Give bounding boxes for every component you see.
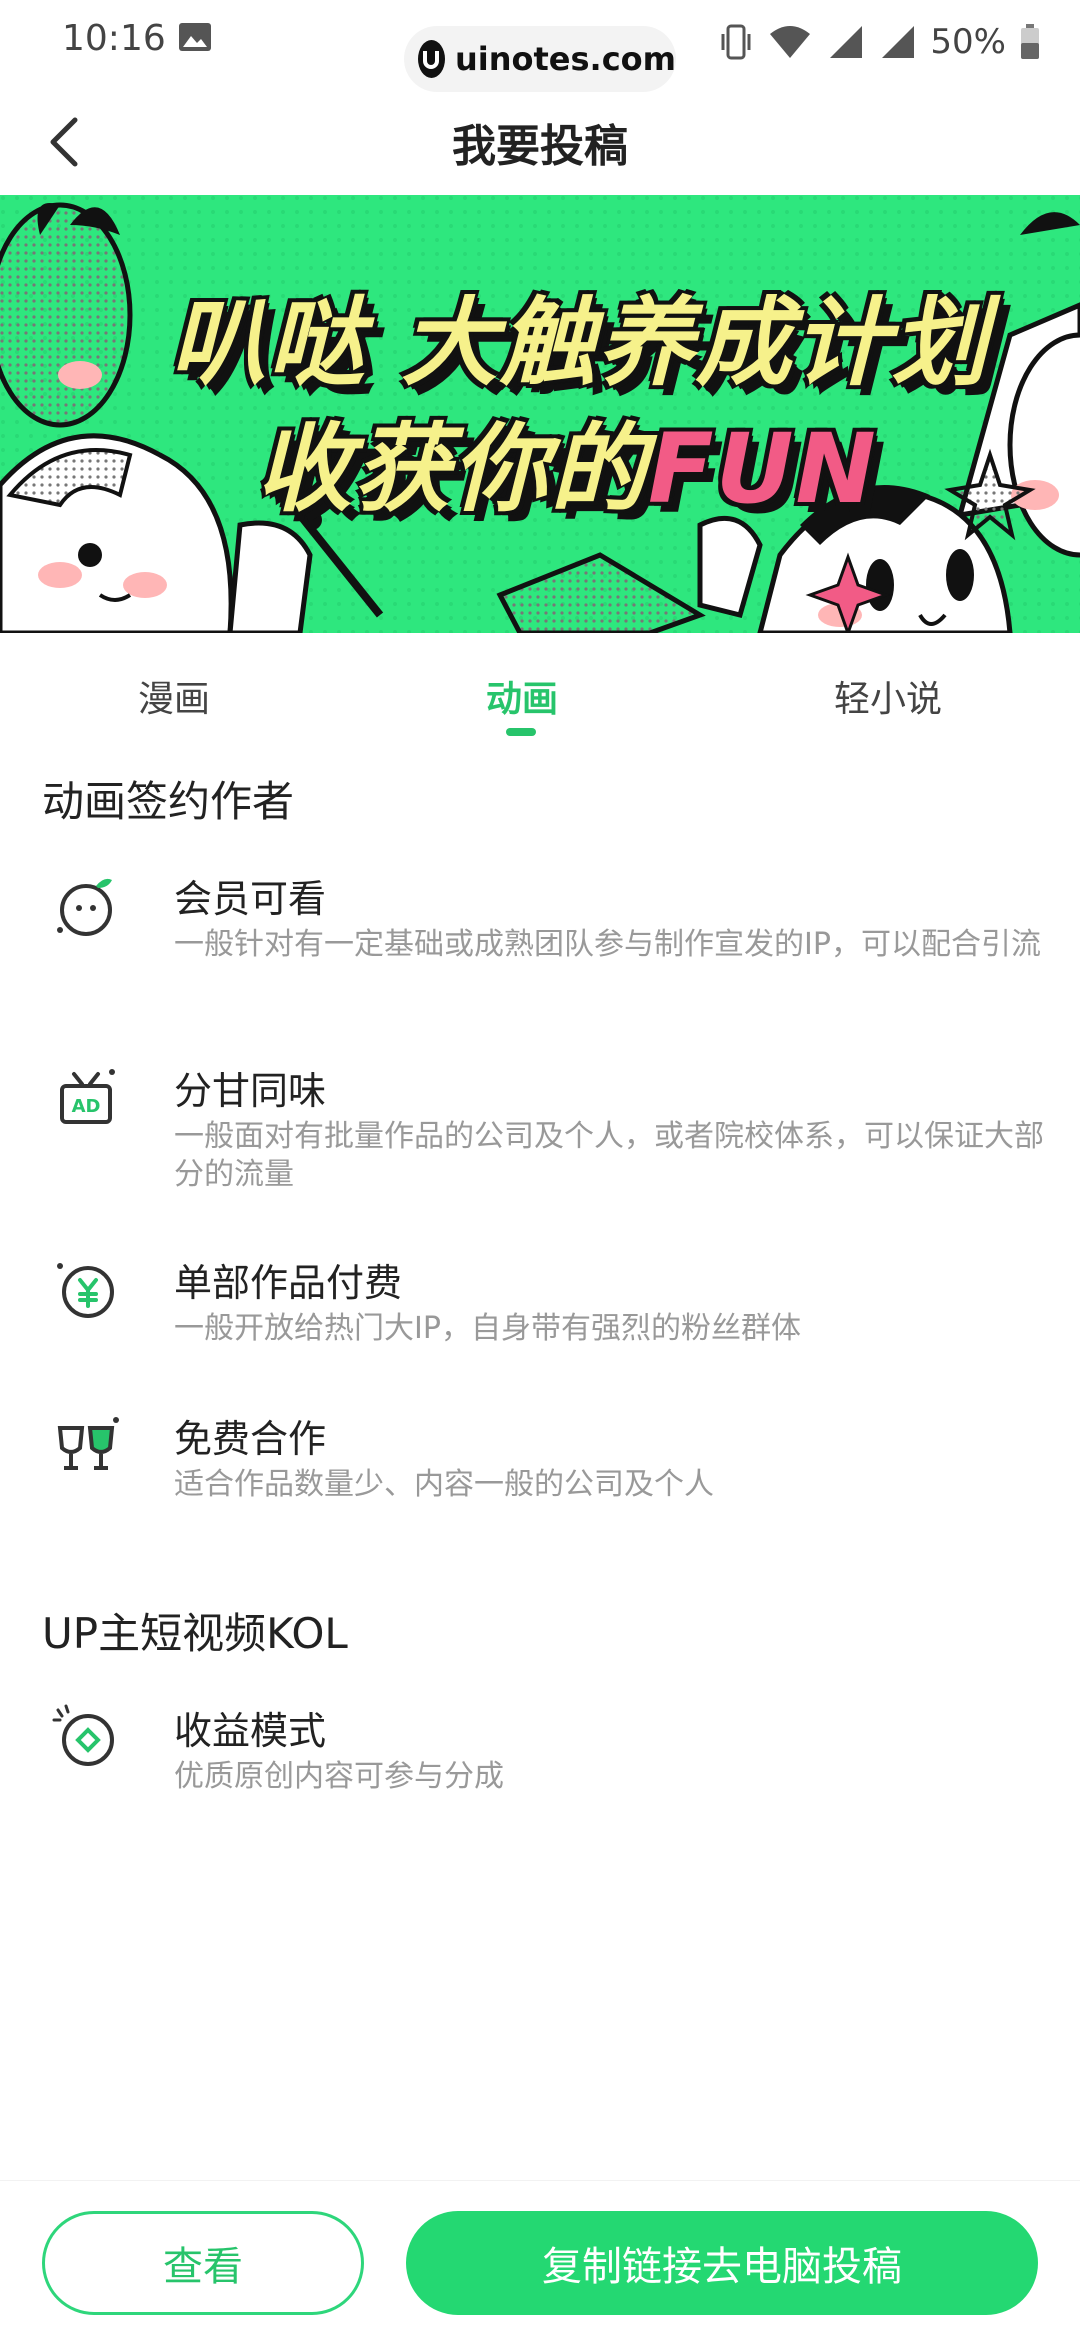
- vibrate-icon: [721, 24, 751, 60]
- item-description: 优质原创内容可参与分成: [174, 1759, 504, 1794]
- banner-headline-1: 叭哒 大触养成计划: [170, 287, 990, 399]
- yen-coin-icon: [57, 1263, 114, 1318]
- section-title-animation-authors: 动画签约作者: [42, 777, 295, 826]
- tab-animation[interactable]: 动画: [402, 670, 642, 722]
- tab-light-novel[interactable]: 轻小说: [768, 670, 1008, 722]
- watermark-logo-icon: [418, 40, 445, 78]
- watermark-text: uinotes.com: [454, 40, 676, 78]
- promo-banner[interactable]: 叭哒 大触养成计划 收获你的FUN: [0, 195, 1080, 633]
- wifi-icon: [770, 26, 811, 58]
- item-title: 分甘同味: [174, 1069, 327, 1113]
- item-description: 适合作品数量少、内容一般的公司及个人: [174, 1467, 714, 1502]
- bottom-action-bar: 查看 复制链接去电脑投稿: [0, 2180, 1080, 2340]
- signal-icon-1: [830, 26, 863, 58]
- smiley-sprout-icon: [57, 878, 112, 936]
- page-title: 我要投稿: [452, 121, 628, 172]
- status-time: 10:16: [62, 18, 166, 59]
- item-title: 单部作品付费: [174, 1261, 403, 1305]
- image-notification-icon: [179, 23, 211, 51]
- copy-link-button[interactable]: 复制链接去电脑投稿: [406, 2211, 1038, 2315]
- item-description: 一般开放给热门大IP，自身带有强烈的粉丝群体: [174, 1311, 801, 1346]
- battery-percent: 50%: [930, 22, 1006, 62]
- item-title: 免费合作: [174, 1417, 327, 1461]
- item-description: 一般面对有批量作品的公司及个人，或者院校体系，可以保证大部分的流量: [174, 1119, 1044, 1192]
- header: 我要投稿: [0, 96, 1080, 186]
- diamond-coin-icon: [52, 1704, 114, 1766]
- status-icons: 50%: [718, 20, 1040, 64]
- tab-comic[interactable]: 漫画: [54, 670, 294, 722]
- item-title: 收益模式: [174, 1709, 327, 1753]
- category-tabs: 漫画 动画 轻小说: [0, 660, 1080, 740]
- battery-icon: [1021, 24, 1039, 59]
- status-bar: 10:16 uinotes.com 50%: [0, 0, 1080, 92]
- view-button[interactable]: 查看: [42, 2211, 364, 2315]
- active-tab-indicator: [506, 728, 536, 736]
- section-title-up-kol: UP主短视频KOL: [42, 1609, 348, 1658]
- banner-headline-fun: FUN: [648, 413, 878, 525]
- item-title: 会员可看: [174, 877, 327, 921]
- signal-icon-2: [882, 26, 915, 58]
- item-description: 一般针对有一定基础或成熟团队参与制作宣发的IP，可以配合引流: [174, 927, 1041, 962]
- cheers-glasses-icon: [57, 1417, 119, 1470]
- ad-tv-icon: AD: [60, 1069, 115, 1124]
- watermark: uinotes.com: [404, 26, 676, 92]
- svg-text:AD: AD: [72, 1096, 101, 1117]
- banner-headline-2: 收获你的FUN: [256, 391, 878, 530]
- banner-headline-2-prefix: 收获你的: [256, 413, 648, 525]
